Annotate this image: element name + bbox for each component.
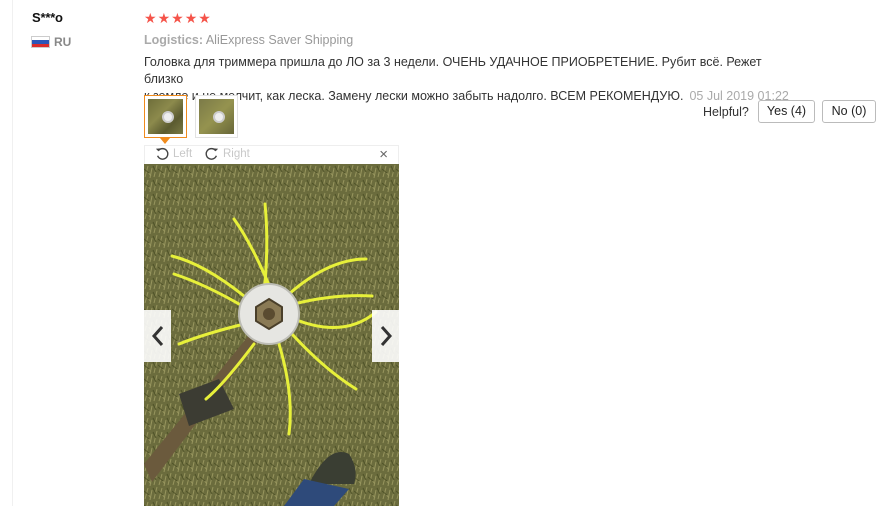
helpful-no-button[interactable]: No (0) — [822, 100, 876, 123]
star-icon: ★ — [144, 10, 157, 26]
rotate-left-label: Left — [173, 148, 193, 160]
photo-viewer: Left Right × — [144, 145, 399, 506]
thumbnail-image — [148, 99, 183, 134]
review-photo-large — [144, 164, 399, 506]
chevron-right-icon — [380, 326, 392, 346]
logistics-value: AliExpress Saver Shipping — [205, 33, 354, 47]
close-viewer-icon[interactable]: × — [379, 146, 388, 164]
thumbnail-image — [199, 99, 234, 134]
selected-thumbnail-caret — [160, 138, 170, 144]
country-code: RU — [54, 35, 72, 49]
star-icon: ★ — [171, 10, 184, 26]
rotate-right-button[interactable]: Right — [205, 147, 250, 161]
star-rating: ★ ★ ★ ★ ★ — [144, 11, 211, 25]
star-icon: ★ — [157, 10, 171, 26]
rotate-right-icon — [205, 147, 219, 160]
russia-flag-icon — [31, 36, 50, 48]
next-photo-button[interactable] — [372, 310, 399, 362]
trimmer-head-photo — [144, 164, 399, 506]
helpful-yes-button[interactable]: Yes (4) — [758, 100, 815, 123]
rotate-left-icon — [155, 147, 169, 160]
review-text-line1: Головка для триммера пришла до ЛО за 3 н… — [144, 55, 762, 86]
left-divider — [12, 0, 13, 506]
reviewer-country: RU — [31, 35, 71, 49]
previous-photo-button[interactable] — [144, 310, 171, 362]
rotate-left-button[interactable]: Left — [155, 147, 192, 161]
review-photo-thumbnail-1[interactable] — [144, 95, 187, 138]
review-photo-thumbnail-2[interactable] — [195, 95, 238, 138]
chevron-left-icon — [151, 326, 163, 346]
viewer-toolbar: Left Right × — [144, 145, 399, 164]
logistics-label: Logistics: — [144, 33, 204, 47]
rotate-right-label: Right — [223, 148, 250, 160]
reviewer-name: S***o — [32, 10, 63, 25]
helpful-label: Helpful? — [703, 105, 749, 119]
logistics-info: Logistics: AliExpress Saver Shipping — [144, 33, 353, 47]
star-icon: ★ — [198, 10, 211, 26]
review-body: Головка для триммера пришла до ЛО за 3 н… — [144, 54, 804, 105]
star-icon: ★ — [184, 10, 198, 26]
